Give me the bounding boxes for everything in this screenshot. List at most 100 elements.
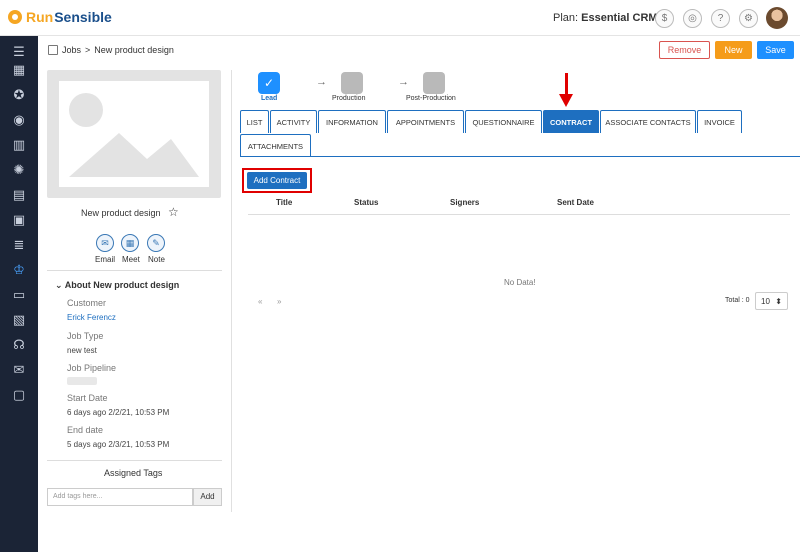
dashboard-icon[interactable]: ▦	[11, 62, 27, 78]
job-type-value: new test	[67, 346, 97, 355]
dollar-icon[interactable]: $	[655, 9, 674, 28]
column-header-signers[interactable]: Signers	[450, 198, 479, 207]
tab-activity[interactable]: ACTIVITY	[270, 110, 317, 133]
chevron-down-icon: ⌄	[55, 280, 63, 290]
pencil-icon[interactable]: ✎	[147, 234, 165, 252]
annotation-arrow-shaft	[565, 73, 568, 95]
user-avatar[interactable]	[766, 7, 788, 29]
notifications-icon[interactable]: ◎	[683, 9, 702, 28]
breadcrumb-jobs-link[interactable]: Jobs	[62, 45, 81, 55]
record-title: New product design	[81, 208, 161, 218]
stage-lead-label[interactable]: Lead	[261, 95, 277, 102]
customer-label: Customer	[67, 298, 107, 308]
customer-link[interactable]: Erick Ferencz	[67, 313, 116, 322]
start-date-label: Start Date	[67, 393, 108, 403]
note-action-label[interactable]: Note	[148, 255, 165, 264]
add-tag-button[interactable]: Add	[193, 488, 222, 506]
contacts-icon[interactable]: ◉	[11, 112, 27, 128]
logo-text-run: Run	[26, 9, 54, 25]
tab-questionnaire[interactable]: QUESTIONNAIRE	[465, 110, 542, 133]
document-icon[interactable]: ▤	[11, 187, 27, 203]
stage-post-production-icon[interactable]	[423, 72, 445, 94]
column-header-sent-date[interactable]: Sent Date	[557, 198, 594, 207]
start-date-value: 6 days ago 2/2/21, 10:53 PM	[67, 408, 170, 417]
tags-input[interactable]: Add tags here...	[47, 488, 193, 506]
plan-indicator: Plan: Essential CRM	[553, 12, 658, 24]
email-action-label[interactable]: Email	[95, 255, 115, 264]
stage-production-icon[interactable]	[341, 72, 363, 94]
page-size-select[interactable]: 10 ⬍	[755, 292, 788, 310]
pager-prev-button[interactable]: «	[258, 297, 262, 306]
gear-icon[interactable]: ⚙	[739, 9, 758, 28]
files-icon[interactable]: ▧	[11, 312, 27, 328]
arrow-right-icon: →	[316, 76, 327, 88]
job-type-label: Job Type	[67, 331, 104, 341]
list-icon[interactable]: ≣	[11, 237, 27, 253]
help-icon[interactable]: ?	[711, 9, 730, 28]
breadcrumb-current: New product design	[94, 45, 174, 55]
job-pipeline-value	[67, 377, 97, 385]
column-header-status[interactable]: Status	[354, 198, 378, 207]
tab-list[interactable]: LIST	[240, 110, 269, 133]
top-bar: Run Sensible Plan: Essential CRM $ ◎ ? ⚙	[0, 0, 800, 36]
record-image-placeholder[interactable]	[47, 70, 221, 198]
divider	[47, 270, 222, 271]
end-date-value: 5 days ago 2/3/21, 10:53 PM	[67, 440, 170, 449]
total-count: Total : 0	[725, 297, 750, 304]
plan-name: Essential CRM	[581, 12, 658, 24]
assigned-tags-title: Assigned Tags	[104, 468, 163, 478]
image-placeholder-mountains	[69, 133, 199, 177]
bookmark-icon[interactable]: ▣	[11, 212, 27, 228]
star-badge-icon[interactable]: ✪	[11, 87, 27, 103]
app-logo[interactable]: Run Sensible	[8, 9, 112, 25]
tab-attachments[interactable]: ATTACHMENTS	[240, 134, 311, 157]
divider	[47, 460, 222, 461]
arrow-right-icon: →	[398, 76, 409, 88]
calendar-icon[interactable]: ▭	[11, 287, 27, 303]
page-size-value: 10	[761, 296, 770, 306]
calendar-icon[interactable]: ▦	[121, 234, 139, 252]
plan-prefix: Plan:	[553, 12, 579, 24]
favorite-star-icon[interactable]: ☆	[168, 205, 179, 219]
breadcrumb-separator: >	[85, 45, 91, 55]
select-arrows-icon: ⬍	[775, 296, 782, 306]
jobs-icon	[48, 45, 58, 55]
tab-associate-contacts[interactable]: ASSOCIATE CONTACTS	[600, 110, 696, 133]
empty-table-message: No Data!	[504, 278, 536, 287]
jobs-icon[interactable]: ♔	[11, 262, 27, 278]
tab-appointments[interactable]: APPOINTMENTS	[387, 110, 464, 133]
tab-invoice[interactable]: INVOICE	[697, 110, 742, 133]
add-contract-button[interactable]: Add Contract	[247, 172, 307, 189]
about-section-toggle[interactable]: ⌄ About New product design	[55, 280, 179, 291]
folder-icon[interactable]: ▢	[11, 387, 27, 403]
tab-information[interactable]: INFORMATION	[318, 110, 386, 133]
pager-next-button[interactable]: »	[277, 297, 281, 306]
stage-lead-icon[interactable]: ✓	[258, 72, 280, 94]
stage-production-label[interactable]: Production	[332, 95, 365, 102]
new-button[interactable]: New	[715, 41, 752, 59]
headset-icon[interactable]: ☊	[11, 337, 27, 353]
building-icon[interactable]: ▥	[11, 137, 27, 153]
image-placeholder-icon	[59, 81, 209, 187]
email-icon[interactable]: ✉	[96, 234, 114, 252]
table-header-divider	[248, 214, 790, 215]
tab-underline	[240, 156, 800, 157]
logo-icon	[8, 10, 22, 24]
save-button[interactable]: Save	[757, 41, 794, 59]
lightbulb-icon[interactable]: ✺	[11, 162, 27, 178]
menu-icon[interactable]: ☰	[11, 44, 27, 60]
sidebar-nav: ☰ ▦ ✪ ◉ ▥ ✺ ▤ ▣ ≣ ♔ ▭ ▧ ☊ ✉ ▢	[0, 36, 38, 552]
end-date-label: End date	[67, 425, 104, 435]
stage-post-production-label[interactable]: Post-Production	[406, 95, 456, 102]
tab-contract[interactable]: CONTRACT	[543, 110, 599, 133]
logo-text-sensible: Sensible	[54, 9, 112, 25]
meet-action-label[interactable]: Meet	[122, 255, 140, 264]
job-pipeline-label: Job Pipeline	[67, 363, 117, 373]
column-header-title[interactable]: Title	[276, 198, 292, 207]
breadcrumb: Jobs > New product design	[48, 45, 174, 55]
about-section-title: About New product design	[64, 280, 180, 290]
mail-icon[interactable]: ✉	[11, 362, 27, 378]
panel-divider	[231, 70, 232, 512]
remove-button[interactable]: Remove	[659, 41, 710, 59]
annotation-arrow-down-icon	[559, 94, 573, 107]
